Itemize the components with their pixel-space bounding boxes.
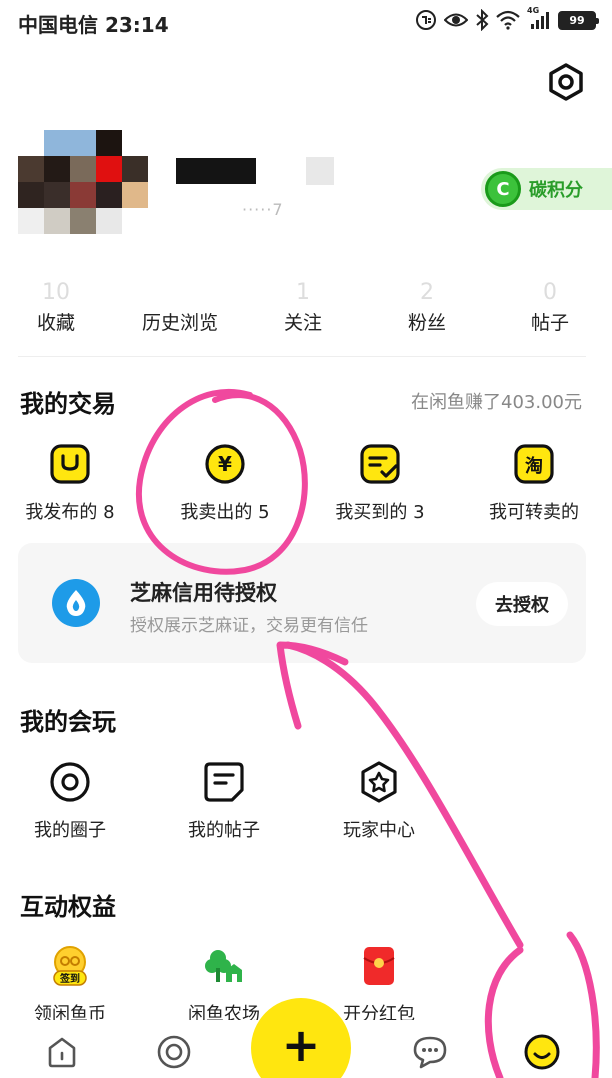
play-item-label: 我的圈子 bbox=[34, 820, 106, 841]
stat-count: 10 bbox=[42, 280, 70, 305]
stat-count: 1 bbox=[296, 280, 310, 305]
stat-label: 粉丝 bbox=[407, 312, 446, 334]
trade-item-bought[interactable]: 我买到的 3 bbox=[310, 442, 450, 524]
settings-icon bbox=[549, 63, 583, 101]
play-item-label: 我的帖子 bbox=[188, 820, 260, 841]
trade-item-published[interactable]: 我发布的 8 bbox=[0, 442, 140, 524]
stat-posts[interactable]: 0 帖子 bbox=[490, 280, 610, 335]
sign-in-badge: 签到 bbox=[59, 972, 80, 985]
section-title-play: 我的会玩 bbox=[20, 708, 116, 736]
published-icon bbox=[48, 442, 92, 486]
status-icons: 4G 99 bbox=[415, 6, 599, 32]
carbon-points-button[interactable]: C 碳积分 bbox=[481, 168, 612, 210]
bluetooth-icon bbox=[475, 8, 489, 32]
message-icon bbox=[413, 1036, 447, 1069]
play-item-label: 玩家中心 bbox=[343, 820, 415, 841]
nickname-redacted-extra bbox=[306, 157, 334, 185]
stat-label: 关注 bbox=[283, 312, 322, 334]
wifi-icon bbox=[496, 8, 520, 32]
user-id: ·····7 bbox=[242, 200, 284, 219]
sesame-credit-icon bbox=[52, 579, 100, 627]
circle-icon bbox=[48, 760, 92, 804]
avatar[interactable] bbox=[18, 130, 152, 240]
nav-me[interactable] bbox=[522, 1032, 562, 1072]
credit-title: 芝麻信用待授权 bbox=[130, 581, 277, 605]
stat-following[interactable]: 1 关注 bbox=[243, 280, 363, 335]
post-icon bbox=[202, 760, 246, 804]
trade-item-label: 我可转卖的 bbox=[489, 502, 579, 523]
notification-icon bbox=[415, 8, 437, 32]
plus-icon: + bbox=[281, 1018, 321, 1072]
divider bbox=[18, 356, 586, 357]
stat-count: 2 bbox=[420, 280, 434, 305]
avatar-mosaic bbox=[18, 130, 152, 234]
nav-messages[interactable] bbox=[410, 1032, 450, 1072]
carbon-icon: C bbox=[485, 171, 521, 207]
carbon-label: 碳积分 bbox=[529, 180, 583, 201]
benefit-item-coins[interactable]: 签到 领闲鱼币 bbox=[0, 944, 140, 1026]
authorize-button[interactable]: 去授权 bbox=[476, 582, 568, 626]
stat-label: 收藏 bbox=[36, 312, 75, 334]
trade-item-label: 我发布的 8 bbox=[25, 502, 115, 523]
yen-glyph: ¥ bbox=[218, 452, 232, 476]
credit-auth-card[interactable]: 芝麻信用待授权 授权展示芝麻证，交易更有信任 去授权 bbox=[18, 543, 586, 663]
section-title-benefits: 互动权益 bbox=[20, 893, 116, 921]
stat-history[interactable]: 历史浏览 bbox=[120, 280, 240, 335]
trade-item-label: 我卖出的 5 bbox=[180, 502, 270, 523]
trade-item-resellable[interactable]: 淘 我可转卖的 bbox=[464, 442, 604, 524]
section-title-trading: 我的交易 bbox=[20, 390, 116, 418]
status-bar: 中国电信 23:14 4G 99 bbox=[0, 0, 612, 42]
earned-summary[interactable]: 在闲鱼赚了403.00元 bbox=[411, 388, 582, 414]
circle-nav-icon bbox=[157, 1035, 191, 1069]
coin-icon: 签到 bbox=[48, 944, 92, 988]
bought-icon bbox=[358, 442, 402, 486]
stat-count bbox=[120, 280, 240, 306]
stat-label: 帖子 bbox=[530, 312, 569, 334]
taobao-glyph: 淘 bbox=[525, 455, 543, 477]
nav-circles[interactable] bbox=[154, 1032, 194, 1072]
stat-count: 0 bbox=[543, 280, 557, 305]
stats-row: 10 收藏 历史浏览 1 关注 2 粉丝 0 帖子 bbox=[0, 280, 612, 340]
red-envelope-icon bbox=[357, 944, 401, 988]
taobao-icon: 淘 bbox=[512, 442, 556, 486]
play-item-player-center[interactable]: 玩家中心 bbox=[309, 760, 449, 842]
yen-icon: ¥ bbox=[203, 442, 247, 486]
play-item-posts[interactable]: 我的帖子 bbox=[154, 760, 294, 842]
network-type: 4G bbox=[527, 6, 540, 15]
trade-item-sold[interactable]: ¥ 我卖出的 5 bbox=[155, 442, 295, 524]
play-item-circles[interactable]: 我的圈子 bbox=[0, 760, 140, 842]
settings-button[interactable] bbox=[546, 62, 586, 102]
star-icon bbox=[357, 760, 401, 804]
battery-icon: 99 bbox=[558, 10, 599, 30]
signal-icon: 4G bbox=[527, 6, 551, 32]
me-smile-icon bbox=[524, 1034, 560, 1070]
nickname-redacted bbox=[176, 158, 256, 184]
battery-level: 99 bbox=[569, 13, 585, 27]
trade-item-label: 我买到的 3 bbox=[335, 502, 425, 523]
farm-icon bbox=[202, 944, 246, 988]
nav-home[interactable] bbox=[42, 1032, 82, 1072]
stat-label: 历史浏览 bbox=[141, 312, 218, 334]
stat-fans[interactable]: 2 粉丝 bbox=[367, 280, 487, 335]
credit-subtitle: 授权展示芝麻证，交易更有信任 bbox=[130, 616, 368, 636]
home-icon bbox=[48, 1037, 76, 1068]
eye-icon bbox=[444, 8, 468, 32]
stat-favorites[interactable]: 10 收藏 bbox=[0, 280, 116, 335]
carrier-time: 中国电信 23:14 bbox=[18, 13, 169, 37]
